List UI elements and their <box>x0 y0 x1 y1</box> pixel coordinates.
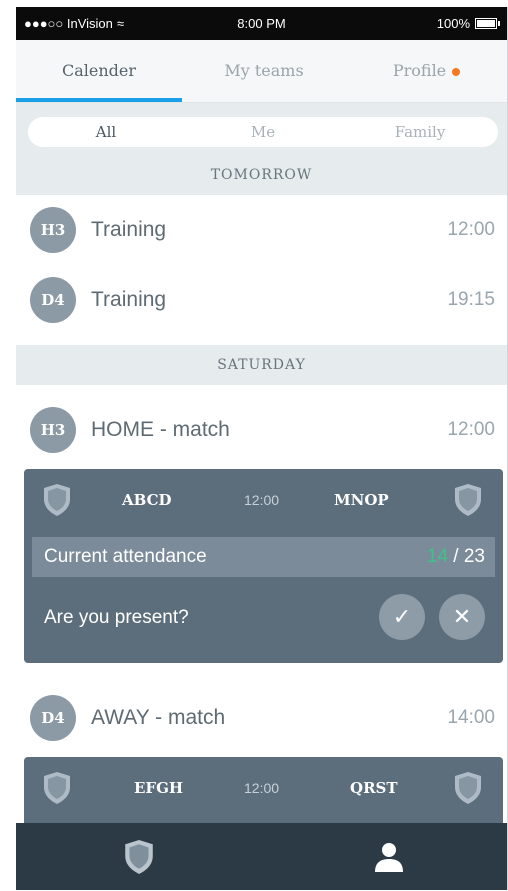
check-icon: ✓ <box>392 604 412 629</box>
tab-profile-label: Profile <box>392 61 447 80</box>
away-team-name: MNOP <box>334 491 389 509</box>
team-badge: H3 <box>30 207 76 253</box>
match-header: ABCD 12:00 MNOP <box>24 469 503 531</box>
event-time: 14:00 <box>447 707 495 728</box>
match-card: ABCD 12:00 MNOP Current attendance 14 / … <box>24 469 503 663</box>
active-tab-indicator <box>16 98 182 102</box>
match-time: 12:00 <box>244 492 280 508</box>
event-time: 12:00 <box>447 219 495 240</box>
home-team-name: EFGH <box>134 779 184 797</box>
top-tab-bar: Calender My teams Profile <box>16 40 507 103</box>
attendance-present: 14 <box>426 546 449 567</box>
filter-segmented-control: All Me Family <box>28 117 498 147</box>
attendance-label: Current attendance <box>44 546 207 567</box>
event-title: Training <box>91 218 167 241</box>
notification-dot <box>452 67 461 76</box>
tab-profile[interactable]: Profile <box>346 40 507 102</box>
user-icon[interactable] <box>372 840 406 874</box>
event-title: Training <box>91 288 167 311</box>
tab-calender-label: Calender <box>61 61 137 80</box>
event-time: 19:15 <box>447 289 495 310</box>
battery-label: 100% <box>436 16 470 31</box>
filter-family[interactable]: Family <box>342 117 498 147</box>
decline-present-button[interactable]: ✕ <box>439 594 485 640</box>
bottom-nav-bar <box>16 823 507 890</box>
match-header: EFGH 12:00 QRST <box>24 757 503 819</box>
away-team-shield-icon <box>455 484 481 516</box>
event-title: HOME - match <box>91 418 230 441</box>
team-badge: H3 <box>30 407 76 453</box>
attendance-count: 14 / 23 <box>427 546 485 568</box>
event-row[interactable]: D4 AWAY - match 14:00 <box>16 683 507 753</box>
status-time: 8:00 PM <box>237 16 286 31</box>
home-team-shield-icon <box>44 772 70 804</box>
tab-calender[interactable]: Calender <box>16 40 182 102</box>
close-icon: ✕ <box>452 604 472 629</box>
tab-my-teams-label: My teams <box>224 61 304 80</box>
shield-icon[interactable] <box>123 839 155 875</box>
status-bar: ●●●○○ InVision ≈ 8:00 PM 100% <box>16 7 507 40</box>
event-time: 12:00 <box>447 419 495 440</box>
phone-screen: ●●●○○ InVision ≈ 8:00 PM 100% Calender M… <box>16 7 508 890</box>
presence-question: Are you present? <box>44 607 189 628</box>
confirm-present-button[interactable]: ✓ <box>379 594 425 640</box>
attendance-bar: Current attendance 14 / 23 <box>32 537 495 577</box>
event-row[interactable]: H3 HOME - match 12:00 <box>16 395 507 465</box>
event-title: AWAY - match <box>91 706 226 729</box>
event-row[interactable]: H3 Training 12:00 <box>16 195 507 265</box>
tab-my-teams[interactable]: My teams <box>182 40 346 102</box>
battery-status: 100% <box>436 16 500 31</box>
home-team-shield-icon <box>44 484 70 516</box>
attendance-total: / 23 <box>453 546 485 567</box>
team-badge: D4 <box>30 277 76 323</box>
home-team-name: ABCD <box>122 491 172 509</box>
filter-bar: All Me Family <box>16 103 507 155</box>
filter-me[interactable]: Me <box>185 117 341 147</box>
event-row[interactable]: D4 Training 19:15 <box>16 265 507 335</box>
battery-icon <box>475 18 500 29</box>
away-team-shield-icon <box>455 772 481 804</box>
team-badge: D4 <box>30 695 76 741</box>
filter-all[interactable]: All <box>28 117 184 147</box>
section-header-saturday: SATURDAY <box>16 345 507 385</box>
section-header-tomorrow: TOMORROW <box>16 155 507 195</box>
match-time: 12:00 <box>244 780 280 796</box>
away-team-name: QRST <box>350 779 398 797</box>
